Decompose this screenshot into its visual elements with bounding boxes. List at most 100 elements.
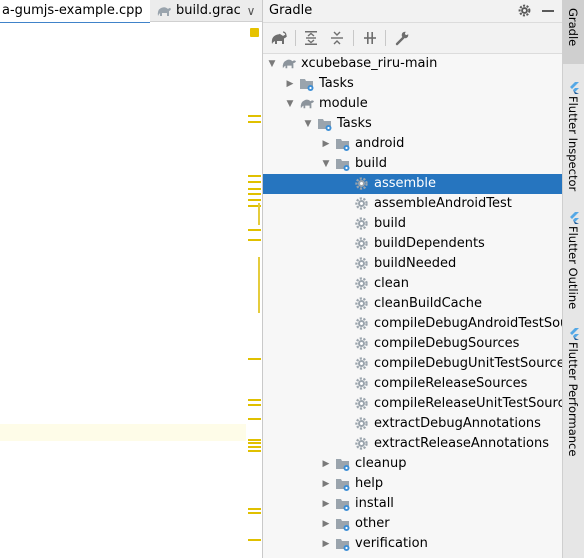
gradle-tool-window: Gradle ▼ xcubebase_riru-main ▶ Tasks ▼ module… (263, 0, 581, 558)
stripe-marker[interactable] (248, 512, 261, 514)
tool-tab-label: Flutter Inspector (566, 96, 580, 192)
stripe-marker[interactable] (248, 175, 261, 177)
gradle-tree-node[interactable]: ▶ verification (263, 534, 562, 554)
gear-icon (354, 256, 370, 272)
stripe-marker[interactable] (248, 418, 261, 420)
gradle-task-row[interactable]: buildDependents (263, 234, 562, 254)
stripe-marker[interactable] (248, 193, 261, 195)
collapse-arrow-icon[interactable]: ▶ (321, 454, 331, 474)
expand-arrow-icon[interactable]: ▼ (303, 114, 313, 134)
stripe-marker[interactable] (248, 239, 261, 241)
task-folder-icon (335, 516, 351, 532)
collapse-arrow-icon[interactable]: ▶ (285, 74, 295, 94)
gradle-task-row[interactable]: clean (263, 274, 562, 294)
collapse-all-icon[interactable] (327, 28, 347, 48)
gear-icon (354, 356, 370, 372)
tree-node-label: buildNeeded (374, 256, 457, 271)
expand-arrow-icon[interactable]: ▼ (285, 94, 295, 114)
stripe-marker[interactable] (248, 539, 261, 541)
task-folder-icon (335, 136, 351, 152)
expand-arrow-icon[interactable]: ▼ (267, 54, 277, 74)
gradle-task-row[interactable]: assemble (263, 174, 562, 194)
stripe-marker[interactable] (248, 439, 261, 441)
code-editor[interactable] (0, 23, 250, 558)
tool-tab-flutter-performance[interactable]: Flutter Performance (563, 322, 584, 456)
tree-node-label: xcubebase_riru-main (301, 56, 438, 71)
stripe-marker[interactable] (248, 188, 261, 190)
stripe-marker[interactable] (258, 203, 260, 225)
gear-icon[interactable] (517, 3, 532, 22)
gradle-tree-node[interactable]: ▶ other (263, 514, 562, 534)
task-folder-icon (335, 456, 351, 472)
stripe-marker[interactable] (248, 404, 261, 406)
collapse-arrow-icon[interactable]: ▶ (321, 134, 331, 154)
tool-tab-label: Flutter Performance (566, 342, 580, 457)
editor-tab-cpp[interactable]: a-gumjs-example.cpp (0, 0, 150, 24)
tool-tab-flutter-outline[interactable]: Flutter Outline (563, 206, 584, 309)
gradle-task-row[interactable]: assembleAndroidTest (263, 194, 562, 214)
task-folder-icon (299, 76, 315, 92)
stripe-marker[interactable] (258, 257, 260, 313)
stripe-marker[interactable] (248, 508, 261, 510)
stripe-marker[interactable] (248, 181, 261, 183)
stripe-marker[interactable] (248, 399, 261, 401)
expand-arrow-icon[interactable]: ▼ (321, 154, 331, 174)
gradle-task-row[interactable]: cleanBuildCache (263, 294, 562, 314)
gradle-task-row[interactable]: extractDebugAnnotations (263, 414, 562, 434)
gradle-task-row[interactable]: compileDebugUnitTestSources (263, 354, 571, 374)
gradle-tree-node[interactable]: ▼ Tasks (263, 114, 562, 134)
stripe-marker[interactable] (248, 442, 261, 444)
tab-overflow-chevron-icon[interactable]: ∨ (242, 0, 260, 22)
collapse-arrow-icon[interactable]: ▶ (321, 494, 331, 514)
collapse-arrow-icon[interactable]: ▶ (321, 474, 331, 494)
gear-icon (354, 296, 370, 312)
wrench-settings-icon[interactable] (392, 28, 412, 48)
gradle-task-row[interactable]: compileReleaseSources (263, 374, 562, 394)
expand-all-icon[interactable] (301, 28, 321, 48)
minimize-icon[interactable] (542, 10, 554, 12)
gradle-tree-node[interactable]: ▼ build (263, 154, 562, 174)
tree-node-label: verification (355, 536, 428, 551)
collapse-arrow-icon[interactable]: ▶ (321, 514, 331, 534)
stripe-marker[interactable] (248, 199, 261, 201)
link-project-icon[interactable] (360, 28, 380, 48)
current-line-highlight (0, 424, 250, 441)
tool-tab-gradle[interactable]: Gradle (563, 0, 584, 64)
tree-node-label: assemble (374, 176, 437, 191)
gear-icon (354, 376, 370, 392)
tree-node-label: cleanup (355, 456, 407, 471)
gradle-tree-node[interactable]: ▶ cleanup (263, 454, 562, 474)
gradle-tree-node[interactable]: ▶ help (263, 474, 562, 494)
stripe-marker[interactable] (248, 358, 261, 360)
error-stripe[interactable] (246, 23, 263, 558)
gradle-task-row[interactable]: compileReleaseUnitTestSources (263, 394, 580, 414)
editor-tab-gradle[interactable]: build.grac (152, 0, 240, 22)
gradle-tree-node[interactable]: ▶ android (263, 134, 562, 154)
stripe-marker[interactable] (248, 446, 261, 448)
gradle-task-row[interactable]: compileDebugAndroidTestSourc (263, 314, 581, 334)
stripe-marker[interactable] (248, 229, 261, 231)
gradle-task-row[interactable]: extractReleaseAnnotations (263, 434, 562, 454)
stripe-marker[interactable] (248, 450, 261, 452)
gradle-tree-node[interactable]: ▼ xcubebase_riru-main (263, 54, 562, 74)
stripe-marker[interactable] (248, 121, 261, 123)
gradle-task-row[interactable]: buildNeeded (263, 254, 562, 274)
gradle-elephant-icon (281, 56, 297, 72)
gradle-task-row[interactable]: build (263, 214, 562, 234)
gradle-tree-node[interactable]: ▶ install (263, 494, 562, 514)
tree-node-label: compileDebugSources (374, 336, 520, 351)
tree-node-label: android (355, 136, 405, 151)
editor-tab-label: build.grac (176, 3, 240, 18)
gradle-tree-node[interactable]: ▼ module (263, 94, 562, 114)
gear-icon (354, 236, 370, 252)
collapse-arrow-icon[interactable]: ▶ (321, 534, 331, 554)
stripe-marker[interactable] (248, 115, 261, 117)
gradle-task-row[interactable]: compileDebugSources (263, 334, 562, 354)
toolbar-separator (385, 30, 386, 46)
tool-tab-flutter-inspector[interactable]: Flutter Inspector (563, 76, 584, 191)
tree-node-label: Tasks (337, 116, 372, 131)
tree-node-label: Tasks (319, 76, 354, 91)
refresh-gradle-icon[interactable] (269, 28, 289, 48)
gradle-tree-node[interactable]: ▶ Tasks (263, 74, 562, 94)
analysis-status-icon[interactable] (250, 28, 259, 37)
